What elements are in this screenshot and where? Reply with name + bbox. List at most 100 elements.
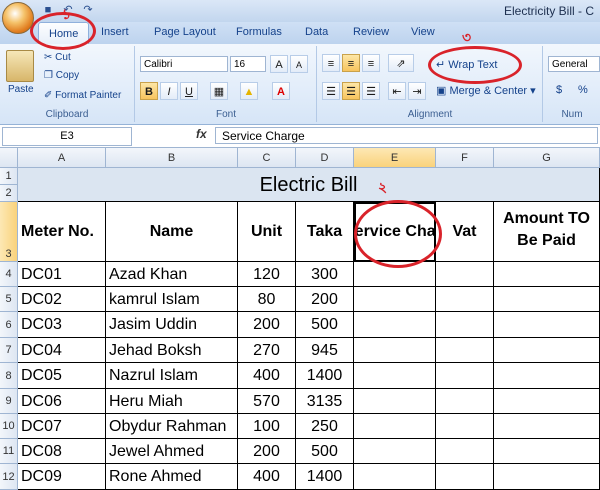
table-cell[interactable]: 400 <box>238 464 296 490</box>
wrap-text-button[interactable]: ↵ Wrap Text <box>436 58 497 71</box>
column-header-g[interactable]: G <box>494 148 600 168</box>
row-header-10[interactable]: 10 <box>0 414 18 439</box>
sheet-title-cell[interactable]: Electric Bill <box>18 168 600 202</box>
header-vat[interactable]: Vat <box>436 202 494 262</box>
copy-button[interactable]: ❐ Copy <box>44 70 79 81</box>
table-cell[interactable] <box>494 363 600 389</box>
table-cell[interactable]: 3135 <box>296 389 354 414</box>
table-cell[interactable] <box>354 389 436 414</box>
row-header-7[interactable]: 7 <box>0 338 18 363</box>
name-box[interactable]: E3 <box>2 127 132 146</box>
table-cell[interactable] <box>354 363 436 389</box>
table-cell[interactable]: 200 <box>296 287 354 312</box>
paste-icon[interactable] <box>6 50 34 82</box>
row-header-1[interactable]: 1 <box>0 168 18 185</box>
percent-button[interactable]: % <box>578 84 588 96</box>
row-header-9[interactable]: 9 <box>0 389 18 414</box>
table-cell[interactable]: DC05 <box>18 363 106 389</box>
tab-data[interactable]: Data <box>305 26 328 38</box>
row-header-4[interactable]: 4 <box>0 262 18 287</box>
column-header-f[interactable]: F <box>436 148 494 168</box>
table-cell[interactable] <box>494 262 600 287</box>
table-cell[interactable] <box>494 312 600 338</box>
increase-indent-icon[interactable]: ⇥ <box>408 82 426 100</box>
table-cell[interactable]: DC06 <box>18 389 106 414</box>
column-header-a[interactable]: A <box>18 148 106 168</box>
row-header-8[interactable]: 8 <box>0 363 18 389</box>
table-cell[interactable]: Nazrul Islam <box>106 363 238 389</box>
table-cell[interactable]: DC01 <box>18 262 106 287</box>
table-cell[interactable] <box>354 287 436 312</box>
row-header-2[interactable]: 2 <box>0 185 18 202</box>
table-cell[interactable] <box>436 439 494 464</box>
table-cell[interactable] <box>436 312 494 338</box>
table-cell[interactable] <box>354 439 436 464</box>
tab-home[interactable]: Home <box>38 22 90 45</box>
format-painter-button[interactable]: ✐ Format Painter <box>44 90 121 101</box>
table-cell[interactable]: 500 <box>296 312 354 338</box>
table-cell[interactable] <box>494 464 600 490</box>
font-name-select[interactable]: Calibri <box>140 56 228 72</box>
tab-formulas[interactable]: Formulas <box>236 26 282 38</box>
underline-button[interactable]: U <box>180 82 198 100</box>
table-cell[interactable] <box>436 338 494 363</box>
header-service-charge[interactable]: Service Charge <box>354 202 436 262</box>
table-cell[interactable]: 200 <box>238 312 296 338</box>
table-cell[interactable] <box>354 312 436 338</box>
office-button[interactable] <box>2 2 34 34</box>
align-center-icon[interactable]: ☰ <box>342 82 360 100</box>
table-cell[interactable]: 500 <box>296 439 354 464</box>
table-cell[interactable] <box>494 439 600 464</box>
select-all-corner[interactable] <box>0 148 18 168</box>
table-cell[interactable]: DC02 <box>18 287 106 312</box>
table-cell[interactable]: 250 <box>296 414 354 439</box>
column-header-c[interactable]: C <box>238 148 296 168</box>
table-cell[interactable]: 570 <box>238 389 296 414</box>
bold-button[interactable]: B <box>140 82 158 100</box>
number-format-select[interactable]: General <box>548 56 600 72</box>
column-header-b[interactable]: B <box>106 148 238 168</box>
font-size-select[interactable]: 16 <box>230 56 266 72</box>
grow-font-button[interactable]: A <box>270 55 288 73</box>
table-cell[interactable] <box>494 414 600 439</box>
row-header-12[interactable]: 12 <box>0 464 18 490</box>
table-cell[interactable] <box>436 363 494 389</box>
table-cell[interactable]: 120 <box>238 262 296 287</box>
undo-icon[interactable]: ↶ <box>60 3 76 17</box>
table-cell[interactable]: 1400 <box>296 363 354 389</box>
tab-page-layout[interactable]: Page Layout <box>154 26 216 38</box>
table-cell[interactable]: Rone Ahmed <box>106 464 238 490</box>
paste-button[interactable]: Paste <box>8 84 34 95</box>
table-cell[interactable]: Jewel Ahmed <box>106 439 238 464</box>
table-cell[interactable]: 1400 <box>296 464 354 490</box>
table-cell[interactable] <box>354 464 436 490</box>
align-left-icon[interactable]: ☰ <box>322 82 340 100</box>
table-cell[interactable]: DC03 <box>18 312 106 338</box>
align-right-icon[interactable]: ☰ <box>362 82 380 100</box>
table-cell[interactable] <box>354 414 436 439</box>
fx-icon[interactable]: fx <box>196 127 207 141</box>
tab-view[interactable]: View <box>411 26 435 38</box>
align-bottom-icon[interactable]: ≡ <box>362 54 380 72</box>
header-unit[interactable]: Unit <box>238 202 296 262</box>
table-cell[interactable] <box>436 389 494 414</box>
font-color-icon[interactable]: A <box>272 82 290 100</box>
currency-button[interactable]: $ <box>556 84 562 96</box>
column-header-d[interactable]: D <box>296 148 354 168</box>
table-cell[interactable] <box>436 262 494 287</box>
table-cell[interactable]: 400 <box>238 363 296 389</box>
table-cell[interactable]: Heru Miah <box>106 389 238 414</box>
row-header-3[interactable]: 3 <box>0 202 18 262</box>
column-header-e[interactable]: E <box>354 148 436 168</box>
table-cell[interactable] <box>494 287 600 312</box>
merge-center-button[interactable]: ▣ Merge & Center ▾ <box>436 84 536 97</box>
cut-button[interactable]: ✂ Cut <box>44 52 71 63</box>
table-cell[interactable] <box>494 338 600 363</box>
table-cell[interactable] <box>354 338 436 363</box>
table-cell[interactable]: 300 <box>296 262 354 287</box>
table-cell[interactable]: 100 <box>238 414 296 439</box>
header-taka[interactable]: Taka <box>296 202 354 262</box>
row-header-6[interactable]: 6 <box>0 312 18 338</box>
border-icon[interactable]: ▦ <box>210 82 228 100</box>
save-icon[interactable]: ■ <box>40 3 56 17</box>
